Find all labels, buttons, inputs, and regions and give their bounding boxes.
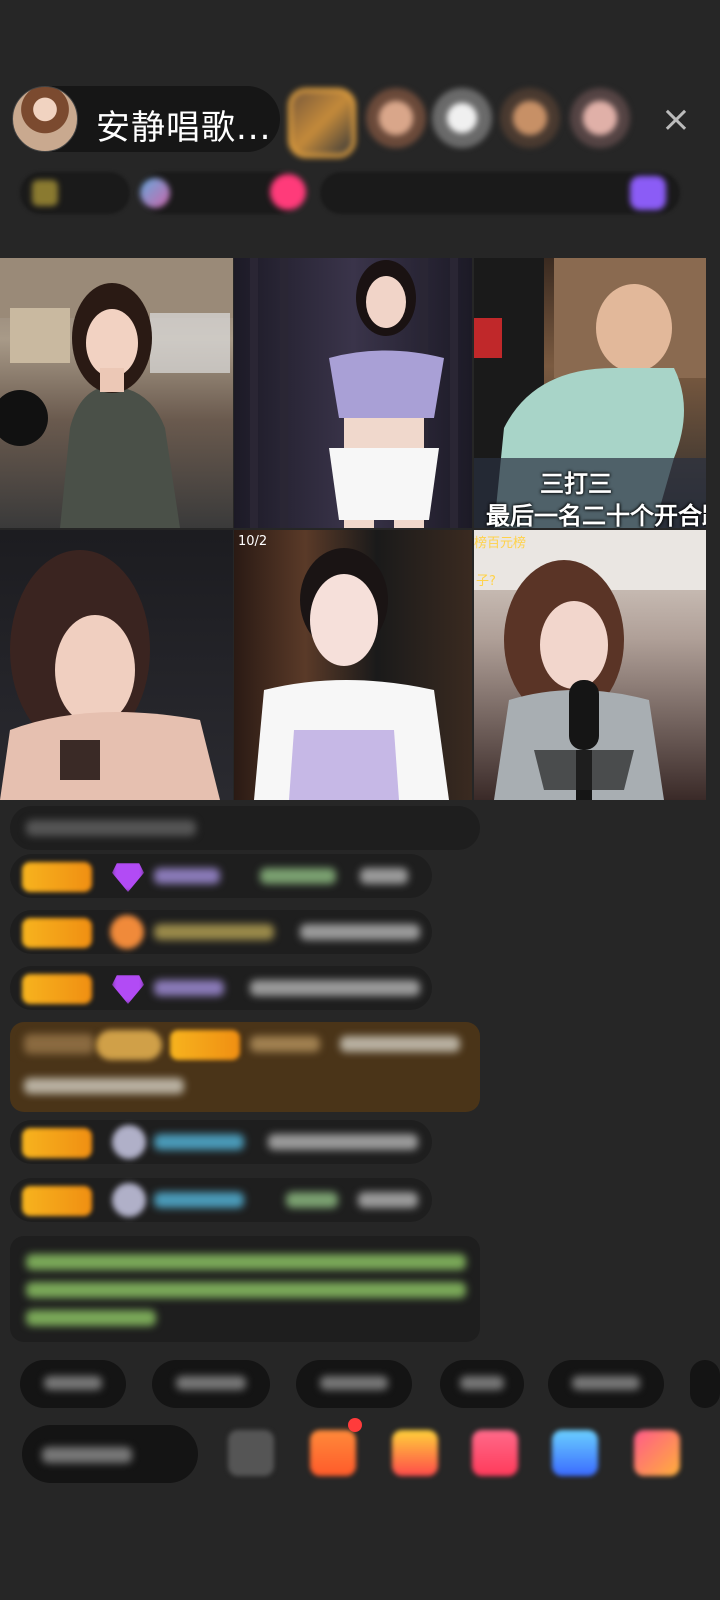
chat-username[interactable] [154, 1134, 244, 1150]
grid-gift-icon[interactable] [634, 1430, 680, 1476]
chat-username[interactable] [154, 980, 224, 996]
chat-message [10, 1178, 432, 1222]
pink-gift-icon[interactable] [472, 1430, 518, 1476]
avatar-icon [112, 1125, 146, 1159]
top-viewer-avatar-2[interactable] [366, 88, 426, 148]
quick-reply-button[interactable] [690, 1360, 720, 1408]
activity-icon[interactable] [630, 176, 666, 210]
video-caption-line1: 三打三 [540, 470, 612, 498]
video-cell-1[interactable] [0, 258, 233, 528]
top-viewer-avatar-4[interactable] [500, 88, 560, 148]
top-viewer-avatar-1[interactable] [288, 88, 356, 158]
red-gift-icon[interactable] [392, 1430, 438, 1476]
quick-reply-button[interactable] [548, 1360, 664, 1408]
chat-message [10, 806, 480, 850]
video-cell-6[interactable]: 榜百元榜 子? [474, 530, 706, 800]
chat-message [10, 1120, 432, 1164]
video-caption-line2: 最后一名二十个开合跳 [486, 502, 706, 528]
multi-guest-video-grid: 三打三 最后一名二十个开合跳 10/2 榜百元榜 子? [0, 258, 706, 800]
user-level-badge [22, 974, 92, 1004]
quick-reply-button[interactable] [296, 1360, 412, 1408]
diamond-icon [112, 863, 144, 892]
user-level-badge [170, 1030, 240, 1060]
quick-reply-button[interactable] [440, 1360, 524, 1408]
blue-gift-icon[interactable] [552, 1430, 598, 1476]
fans-icon [140, 178, 170, 208]
say-something-input[interactable] [22, 1425, 198, 1483]
gift-icon[interactable] [310, 1430, 356, 1476]
streamer-video-1 [0, 258, 233, 528]
chat-username[interactable] [154, 868, 220, 884]
streamer-video-2 [250, 258, 458, 528]
top-viewer-avatar-5[interactable] [570, 88, 630, 148]
video-cell-2[interactable] [234, 258, 472, 528]
notification-dot [348, 1418, 362, 1432]
video-tag: 10/2 [238, 534, 268, 549]
video-rank-tag: 榜百元榜 [474, 536, 527, 551]
video-cell-4[interactable] [0, 530, 233, 800]
chat-username[interactable] [154, 1192, 244, 1208]
video-cell-3[interactable]: 三打三 最后一名二十个开合跳 [474, 258, 706, 528]
box-icon[interactable] [228, 1430, 274, 1476]
avatar-icon [112, 1183, 146, 1217]
room-notice [10, 1236, 480, 1342]
chat-message [10, 966, 432, 1010]
user-level-badge [22, 1128, 92, 1158]
top-viewer-avatar-3[interactable] [432, 88, 492, 148]
quick-reply-button[interactable] [152, 1360, 270, 1408]
system-message [10, 1022, 480, 1112]
chat-message [10, 910, 432, 954]
close-icon[interactable]: × [656, 100, 696, 140]
streamer-video-4 [0, 550, 220, 800]
diamond-icon [112, 975, 144, 1004]
chat-username[interactable] [154, 924, 274, 940]
quick-reply-button[interactable] [20, 1360, 126, 1408]
video-cell-5[interactable]: 10/2 [234, 530, 472, 800]
host-avatar[interactable] [12, 86, 78, 152]
video-rank-tag-2: 子? [476, 574, 496, 589]
host-name[interactable]: 安静唱歌... [96, 100, 271, 149]
chat-message [10, 854, 432, 898]
user-level-badge [22, 862, 92, 892]
streamer-video-6 [474, 530, 706, 800]
follow-icon[interactable] [270, 174, 306, 210]
streamer-video-5 [254, 548, 449, 800]
room-info-bar [20, 172, 688, 214]
user-level-badge [22, 1186, 92, 1216]
fan-icon [110, 915, 144, 949]
level-icon [32, 180, 58, 206]
user-level-badge [22, 918, 92, 948]
